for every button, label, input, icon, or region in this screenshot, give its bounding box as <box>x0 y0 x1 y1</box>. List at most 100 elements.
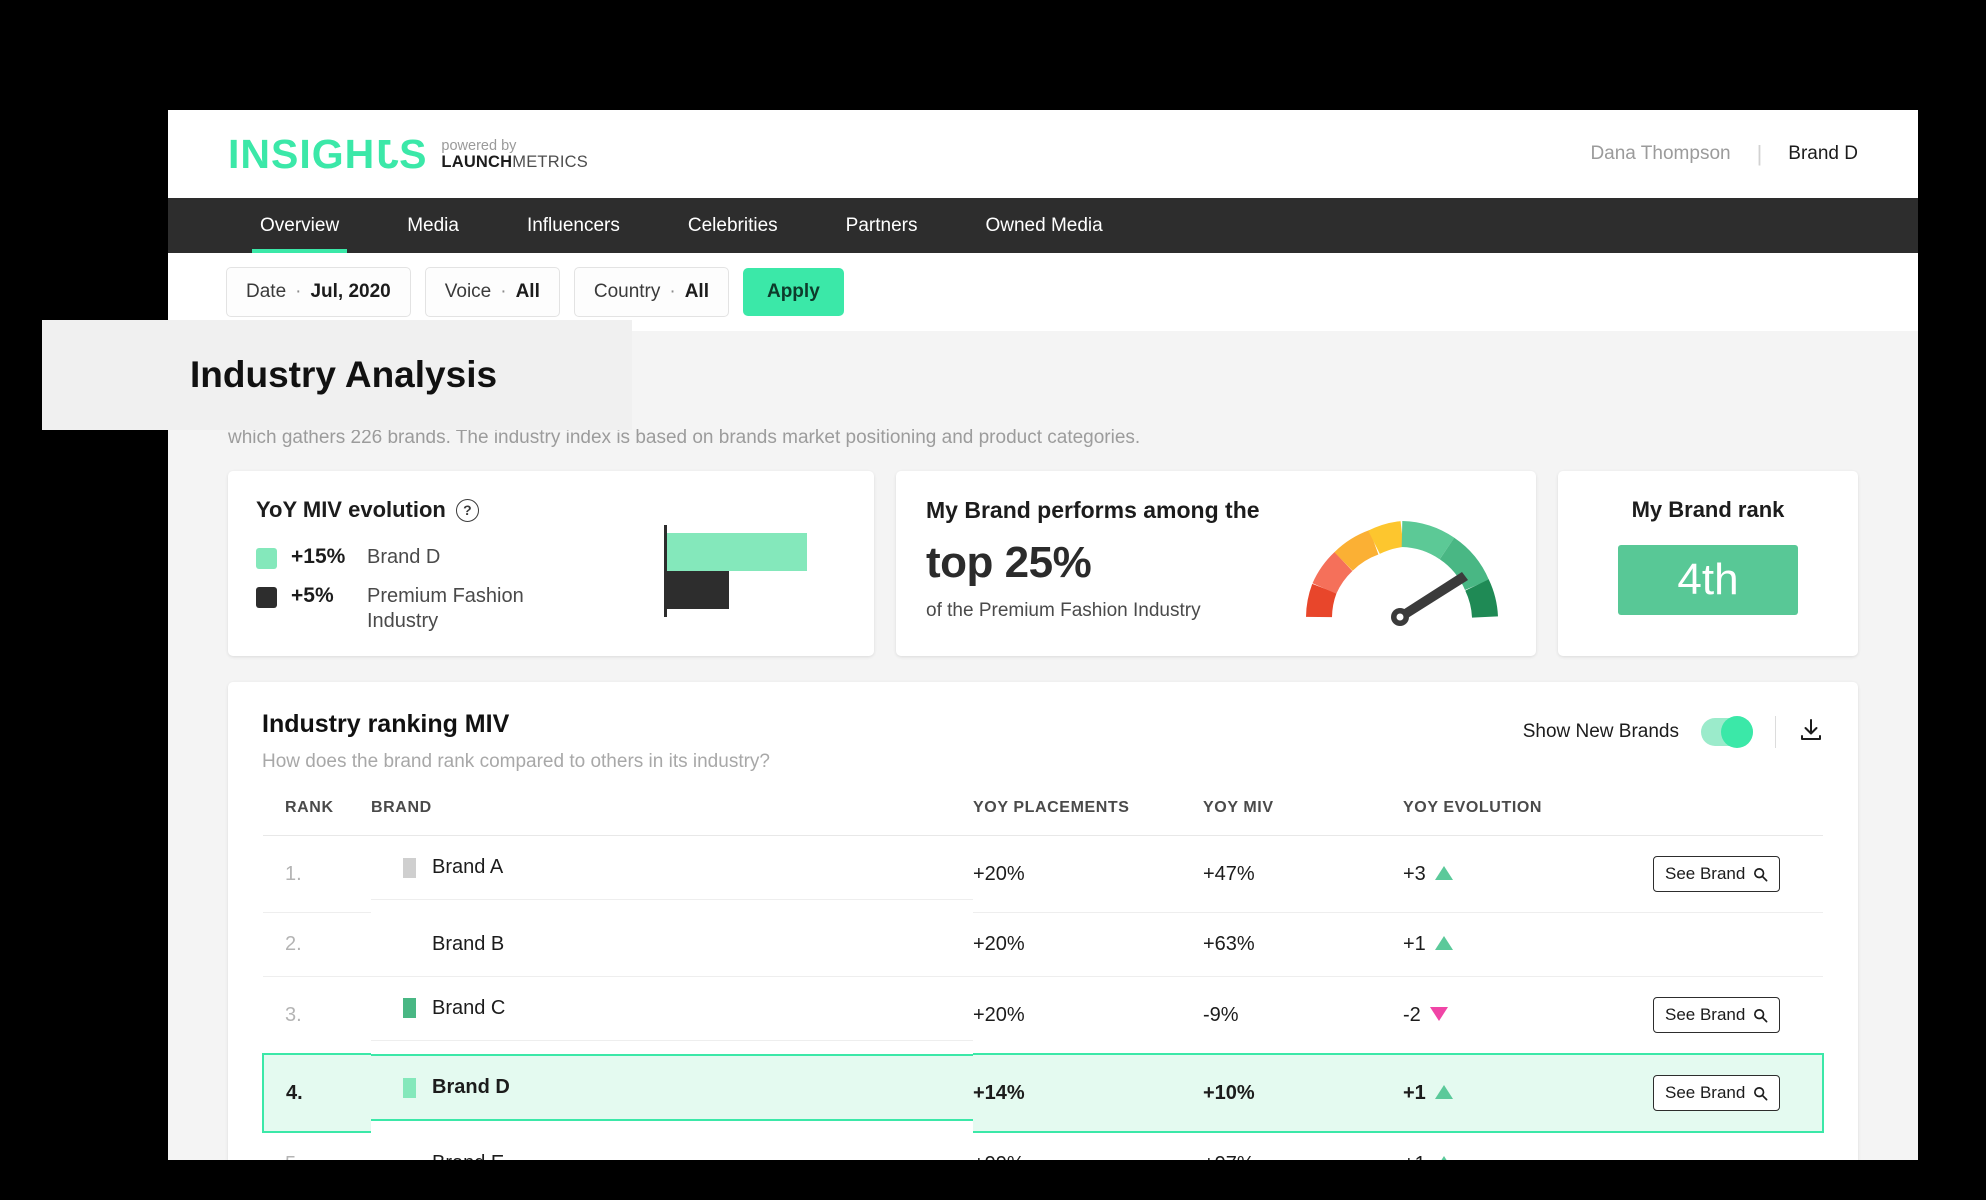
user-name[interactable]: Dana Thompson <box>1590 143 1730 165</box>
tab-partners[interactable]: Partners <box>812 198 952 253</box>
cell-yoy-miv: +10% <box>1203 1053 1403 1133</box>
legend-percent-brand: +15% <box>291 545 346 568</box>
filter-voice-value: All <box>515 281 540 302</box>
cell-action: See Brand <box>1653 1053 1824 1133</box>
logo-wordmark: INSIGHJS <box>228 130 428 177</box>
cell-action: See Brand <box>1653 976 1823 1055</box>
cell-yoy-evolution: +1 <box>1403 1053 1653 1133</box>
filter-voice[interactable]: Voice · All <box>424 267 560 317</box>
cell-yoy-placements: +99% <box>973 1132 1203 1160</box>
cell-yoy-placements: +20% <box>973 912 1203 977</box>
apply-filters-button[interactable]: Apply <box>742 268 844 316</box>
question-mark-icon[interactable]: ? <box>455 498 479 522</box>
arrow-up-icon <box>1434 1156 1453 1160</box>
table-row[interactable]: 3. Brand C +20% -9% -2 See Brand <box>263 976 1823 1055</box>
cell-brand: Brand C <box>371 977 973 1041</box>
search-icon <box>1754 867 1768 881</box>
table-row[interactable]: 2. Brand B +20% +63% +1 <box>263 912 1823 977</box>
table-header-row: RANK BRAND YOY PLACEMENTS YOY MIV YOY EV… <box>263 799 1823 836</box>
table-tools: Show New Brands <box>1523 710 1824 748</box>
column-rank: RANK <box>263 799 371 836</box>
table-head: RANK BRAND YOY PLACEMENTS YOY MIV YOY EV… <box>263 799 1823 836</box>
gauge-icon <box>1306 521 1498 626</box>
table-row[interactable]: 1. Brand A +20% +47% +3 See Brand <box>263 835 1823 913</box>
filter-date-label: Date <box>246 281 287 302</box>
cell-yoy-miv: +97% <box>1203 1132 1403 1160</box>
filter-date[interactable]: Date · Jul, 2020 <box>226 267 411 317</box>
evolution-value: -2 <box>1403 1003 1421 1026</box>
tab-media[interactable]: Media <box>373 198 493 253</box>
see-brand-button[interactable]: See Brand <box>1653 856 1781 892</box>
cell-brand: Brand D <box>371 1054 973 1121</box>
brand-color-swatch <box>403 1154 416 1161</box>
cell-brand: Brand A <box>371 836 973 900</box>
brand-rank-card: My Brand rank 4th <box>1558 471 1858 656</box>
cell-yoy-placements: +20% <box>973 976 1203 1055</box>
filter-voice-label: Voice <box>444 281 492 302</box>
insights-app-window: INSIGHJS powered by LAUNCHMETRICS Dana T… <box>168 110 1918 1160</box>
logo-launch-text: LAUNCH <box>441 153 513 172</box>
column-yoy-miv: YOY MIV <box>1203 799 1403 836</box>
brand-performance-card: My Brand performs among the top 25% of t… <box>896 471 1536 656</box>
insights-logo[interactable]: INSIGHJS powered by LAUNCHMETRICS <box>228 130 588 177</box>
filter-country-value: All <box>684 281 709 302</box>
filter-country-separator: · <box>669 281 676 302</box>
cell-brand: Brand B <box>371 913 973 977</box>
evolution-value: +1 <box>1403 1153 1426 1160</box>
filter-country-label: Country <box>593 281 661 302</box>
table-row-selected[interactable]: 4. Brand D +14% +10% +1 See Brand <box>262 1053 1824 1133</box>
current-brand[interactable]: Brand D <box>1788 143 1858 165</box>
arrow-up-icon <box>1434 936 1453 950</box>
page-description: which gathers 226 brands. The industry i… <box>228 427 1141 448</box>
cell-yoy-evolution: +3 <box>1403 835 1653 913</box>
arrow-down-icon <box>1429 1006 1448 1021</box>
logo-powered-label: powered by <box>441 137 517 154</box>
see-brand-button[interactable]: See Brand <box>1653 997 1781 1033</box>
table-subtitle: How does the brand rank compared to othe… <box>262 751 770 772</box>
brand-color-swatch <box>403 857 416 878</box>
column-actions <box>1653 799 1823 836</box>
see-brand-button[interactable]: See Brand <box>1653 1075 1781 1111</box>
search-icon <box>1754 1008 1768 1022</box>
brand-name: Brand E <box>432 1152 504 1160</box>
see-brand-label: See Brand <box>1665 1005 1746 1024</box>
brand-color-swatch <box>403 998 416 1018</box>
arrow-up-icon <box>1434 865 1453 880</box>
brand-name: Brand B <box>432 932 505 955</box>
cell-rank: 2. <box>263 912 371 977</box>
performance-gauge <box>1302 517 1502 627</box>
yoy-card-title-row: YoY MIV evolution ? <box>256 497 846 523</box>
yoy-bar-chart <box>664 525 844 617</box>
gauge-hub-center <box>1396 613 1404 621</box>
cell-brand: Brand E <box>371 1132 973 1160</box>
legend-swatch-industry <box>256 587 277 608</box>
table-row[interactable]: 5. Brand E +99% +97% +1 <box>263 1132 1823 1160</box>
search-icon <box>1754 1086 1768 1100</box>
tab-influencers[interactable]: Influencers <box>493 198 654 253</box>
filter-date-separator: · <box>295 281 302 302</box>
column-yoy-placements: YOY PLACEMENTS <box>973 799 1203 836</box>
tab-celebrities[interactable]: Celebrities <box>654 198 812 253</box>
table-body: 1. Brand A +20% +47% +3 See Brand 2. Bra… <box>262 835 1824 1160</box>
brand-color-swatch <box>403 934 416 954</box>
gauge-needle <box>1398 572 1468 621</box>
cell-rank: 5. <box>263 1132 371 1160</box>
cell-rank: 4. <box>262 1053 371 1133</box>
page-content: Industry Analysis which gathers 226 bran… <box>168 331 1918 1160</box>
cell-yoy-evolution: +1 <box>1403 1132 1653 1160</box>
toggle-knob <box>1721 716 1753 748</box>
legend-label-brand: Brand D <box>367 546 441 568</box>
tab-owned-media[interactable]: Owned Media <box>951 198 1136 253</box>
overlay-title: Industry Analysis <box>190 354 498 395</box>
logo-metrics-text: METRICS <box>512 153 588 172</box>
cell-action <box>1653 1132 1823 1160</box>
filter-country[interactable]: Country · All <box>573 267 729 317</box>
rank-card-title: My Brand rank <box>1631 497 1785 522</box>
download-icon[interactable] <box>1798 717 1824 748</box>
show-new-brands-toggle[interactable] <box>1701 716 1753 748</box>
cell-yoy-miv: +63% <box>1203 912 1403 977</box>
legend-swatch-brand <box>256 548 277 569</box>
cell-rank: 1. <box>263 835 371 913</box>
tab-overview[interactable]: Overview <box>226 198 373 253</box>
evolution-value: +1 <box>1403 1081 1426 1104</box>
